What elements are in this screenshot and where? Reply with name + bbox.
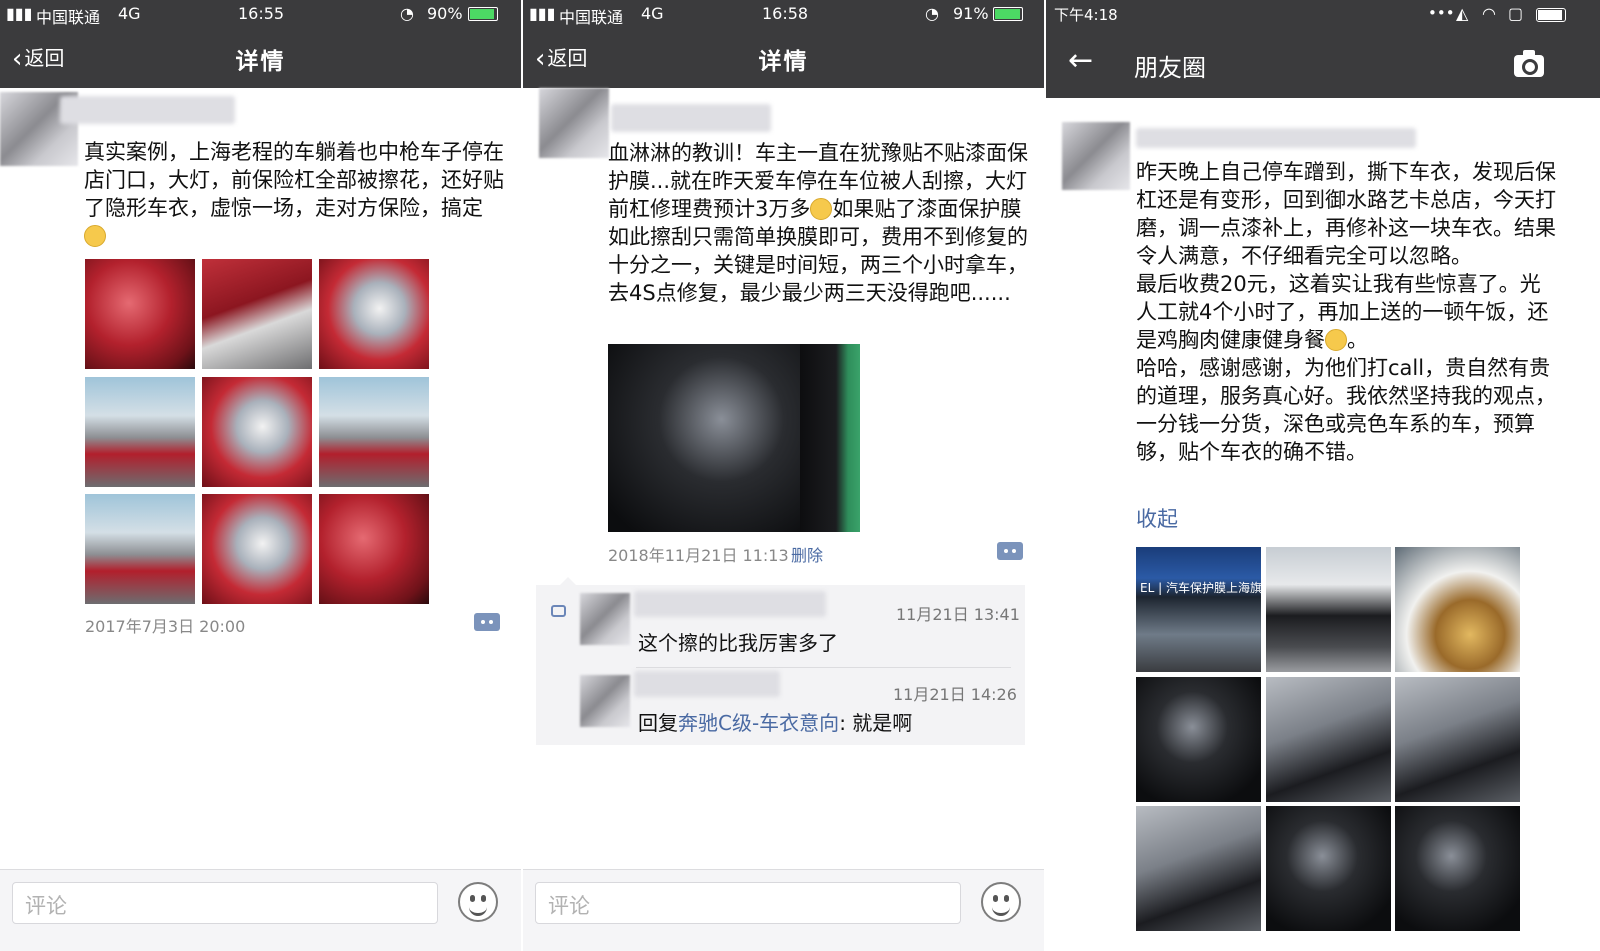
comment-avatar[interactable] [580,675,630,727]
status-bar: ▮▮▮ 中国联通 4G 16:58 ◔ 91% [523,0,1044,28]
avatar[interactable] [1062,122,1130,190]
back-arrow-icon[interactable]: ← [1068,44,1093,78]
photo-thumbnail[interactable] [202,259,312,369]
comment-bar: 评论 [523,869,1044,951]
lock-rotation-icon: ◔ [925,4,939,23]
photo-thumbnail[interactable] [1136,806,1261,931]
battery-icon [468,7,498,21]
post-text: 昨天晚上自己停车蹭到，撕下车衣，发现后保杠还是有变形，回到御水路艺卡总店，今天打… [1136,158,1556,466]
photo-thumbnail[interactable] [1266,547,1391,672]
camera-icon[interactable] [1514,50,1544,77]
panel-left-detail: ▮▮▮ 中国联通 4G 16:55 ◔ 90% ‹ 返回 详情 真实案例，上海老程… [0,0,521,951]
page-title: 详情 [758,49,809,75]
photo-thumbnail[interactable] [85,494,195,604]
nav-bar: ‹ 返回 详情 [523,28,1044,88]
photo-thumbnail[interactable] [85,377,195,487]
nav-bar: ← 朋友圈 [1046,30,1600,98]
battery-percent: 90% [427,4,463,23]
clock: 16:58 [762,4,809,23]
reply-target-link[interactable]: 奔驰C级-车衣意向 [678,711,839,735]
post-paragraph-end: 。 [1347,328,1368,352]
network-label: 4G [118,4,141,23]
signal-icon: ▮▮▮ [529,4,556,23]
comment-input[interactable]: 评论 [535,882,961,924]
more-options-button[interactable] [997,542,1023,560]
comments-pointer [560,577,576,585]
comment-divider [636,667,1011,668]
post-text-content: 真实案例，上海老程的车躺着也中枪车子停在店门口，大灯，前保险杠全部被擦花，还好贴… [84,140,504,220]
comment-input[interactable]: 评论 [12,882,438,924]
emoji-icon[interactable] [458,882,498,922]
network-label: 4G [641,4,664,23]
photo-background [800,344,860,532]
username-blurred[interactable] [60,96,235,124]
panel-middle-detail: ▮▮▮ 中国联通 4G 16:58 ◔ 91% ‹ 返回 详情 血淋淋的教训！车主… [523,0,1044,951]
photo-thumbnail[interactable] [1136,677,1261,802]
post-paragraph: 昨天晚上自己停车蹭到，撕下车衣，发现后保杠还是有变形，回到御水路艺卡总店，今天打… [1136,160,1556,268]
more-options-button[interactable] [474,613,500,631]
comment-username-blurred[interactable] [634,671,780,697]
thinking-emoji-icon [1325,329,1347,351]
status-bar: 下午4:18 ••• ◭ ◠ ▢ [1046,0,1600,30]
emoji-icon[interactable] [981,882,1021,922]
mute-icon: ◭ [1456,4,1469,23]
photo-thumbnail[interactable] [608,344,860,532]
photo-thumbnail[interactable] [85,259,195,369]
signal-icon: ▮▮▮ [6,4,33,23]
wifi-icon: ◠ [1482,4,1496,23]
photo-thumbnail[interactable]: EL | 汽车保护膜上海旗 [1136,547,1261,672]
carrier-label: 中国联通 [559,8,624,27]
clock: 16:55 [238,4,285,23]
comment-username-blurred[interactable] [634,591,826,617]
photo-thumbnail[interactable] [202,377,312,487]
laughing-emoji-icon [84,225,106,247]
sim-icon: ▢ [1508,4,1524,23]
post-text: 真实案例，上海老程的车躺着也中枪车子停在店门口，大灯，前保险杠全部被擦花，还好贴… [84,138,504,250]
battery-icon [993,7,1023,21]
nav-bar: ‹ 返回 详情 [0,28,521,88]
username-blurred[interactable] [611,104,771,132]
shop-sign-text: EL | 汽车保护膜上海旗 [1140,581,1261,595]
page-title: 朋友圈 [1134,54,1206,82]
comment-time: 11月21日 13:41 [896,605,1020,624]
comment-time: 11月21日 14:26 [893,685,1017,704]
comments-section: 11月21日 13:41 这个擦的比我厉害多了 11月21日 14:26 回复奔… [536,577,1025,745]
battery-percent: 91% [953,4,989,23]
avatar[interactable] [539,88,609,158]
photo-thumbnail[interactable] [1395,806,1520,931]
delete-link[interactable]: 删除 [791,542,823,566]
reply-prefix: 回复 [638,711,678,735]
page-title: 详情 [235,49,286,75]
photo-thumbnail[interactable] [1395,547,1520,672]
reply-text: : 就是啊 [839,711,913,735]
comment-bubble-icon [551,605,566,617]
photo-thumbnail[interactable] [1266,806,1391,931]
comment-avatar[interactable] [580,593,630,645]
username-blurred[interactable] [1136,128,1416,148]
status-bar: ▮▮▮ 中国联通 4G 16:55 ◔ 90% [0,0,521,28]
comment-reply: 回复奔驰C级-车衣意向: 就是啊 [638,707,912,736]
photo-thumbnail[interactable] [1266,677,1391,802]
photo-thumbnail[interactable] [319,377,429,487]
flushed-emoji-icon [810,198,833,220]
post-timestamp: 2018年11月21日 11:13 [608,546,789,565]
comment-bar: 评论 [0,869,521,951]
photo-thumbnail[interactable] [1395,677,1520,802]
panel-right-moments: 下午4:18 ••• ◭ ◠ ▢ ← 朋友圈 昨天晚上自己停车蹭到，撕下车衣，发… [1046,0,1600,951]
post-paragraph: 哈哈，感谢感谢，为他们打call，贵自然有贵的道理，服务真心好。我依然坚持我的观… [1136,356,1556,464]
photo-thumbnail[interactable] [319,494,429,604]
more-dots-icon: ••• [1428,4,1455,22]
photo-thumbnail[interactable] [202,494,312,604]
clock: 下午4:18 [1054,6,1118,24]
comment-text: 这个擦的比我厉害多了 [638,631,838,655]
photo-thumbnail[interactable] [319,259,429,369]
lock-rotation-icon: ◔ [400,4,414,23]
carrier-label: 中国联通 [36,8,101,27]
collapse-link[interactable]: 收起 [1136,503,1178,533]
post-text: 血淋淋的教训！车主一直在犹豫贴不贴漆面保护膜...就在昨天爱车停在车位被人刮擦，… [608,139,1028,307]
battery-icon [1536,8,1566,22]
post-paragraph: 最后收费20元，这着实让我有些惊喜了。光人工就4个小时了，再加上送的一顿午饭，还… [1136,270,1556,354]
post-timestamp: 2017年7月3日 20:00 [85,617,246,636]
